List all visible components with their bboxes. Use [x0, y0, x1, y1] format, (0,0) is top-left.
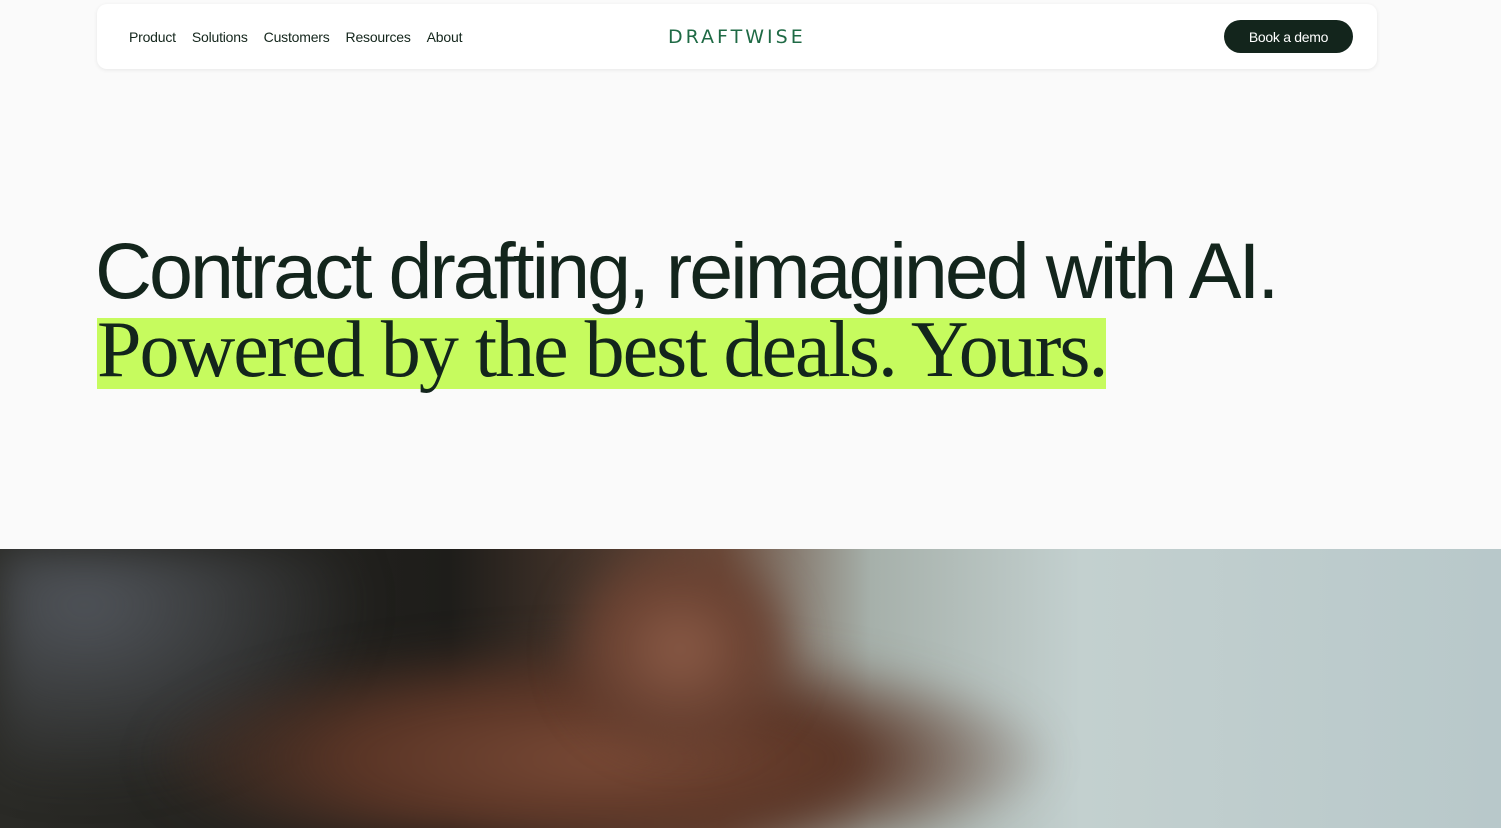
- draftwise-logo[interactable]: DRAFTWISE: [668, 26, 806, 48]
- hero-subheadline: Powered by the best deals. Yours.: [97, 306, 1108, 394]
- nav-link-solutions[interactable]: Solutions: [192, 29, 248, 45]
- logo-text: DRAFTWISE: [668, 26, 806, 48]
- image-finger-shape: [560, 549, 800, 759]
- nav-link-resources[interactable]: Resources: [346, 29, 411, 45]
- book-demo-button[interactable]: Book a demo: [1224, 20, 1353, 53]
- nav-link-product[interactable]: Product: [129, 29, 176, 45]
- top-navigation: Product Solutions Customers Resources Ab…: [97, 4, 1377, 69]
- hero-background-image: [0, 549, 1501, 828]
- nav-links: Product Solutions Customers Resources Ab…: [129, 4, 462, 69]
- hero-headline: Contract drafting, reimagined with AI.: [95, 226, 1279, 315]
- nav-link-about[interactable]: About: [427, 29, 463, 45]
- hero-subheadline-highlight: Powered by the best deals. Yours.: [97, 306, 1108, 394]
- nav-link-customers[interactable]: Customers: [264, 29, 330, 45]
